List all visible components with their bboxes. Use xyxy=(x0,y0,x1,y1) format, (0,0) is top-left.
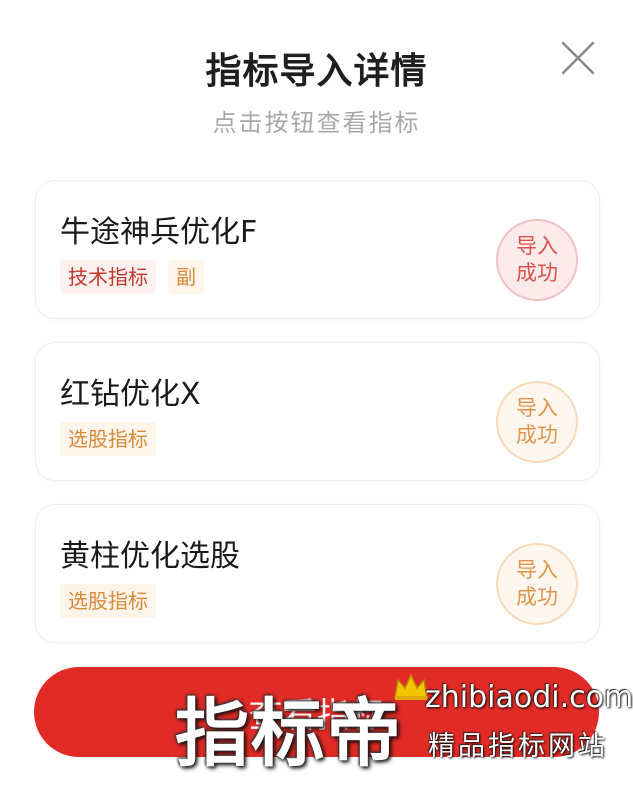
indicator-card[interactable]: 黄柱优化选股 选股指标 导入 成功 xyxy=(35,504,600,643)
dialog-subtitle: 点击按钮查看指标 xyxy=(212,109,421,137)
watermark-brand: 指标帝 xyxy=(175,691,403,777)
indicator-card[interactable]: 牛途神兵优化F 技术指标 副 导入 成功 xyxy=(35,180,600,319)
indicator-tags: 选股指标 xyxy=(60,584,156,618)
close-icon xyxy=(561,41,595,75)
indicator-card[interactable]: 红钻优化X 选股指标 导入 成功 xyxy=(35,342,600,481)
indicator-name: 牛途神兵优化F xyxy=(60,215,258,250)
indicator-name: 黄柱优化选股 xyxy=(60,539,240,574)
watermark-url: zhibiaodi.com xyxy=(425,680,633,715)
status-badge: 导入 成功 xyxy=(496,543,578,625)
import-details-dialog: 指标导入详情 点击按钮查看指标 牛途神兵优化F 技术指标 副 导入 成功 红钻优… xyxy=(0,0,633,788)
status-badge: 导入 成功 xyxy=(496,219,578,301)
tag-type: 技术指标 xyxy=(60,260,156,294)
close-button[interactable] xyxy=(558,38,598,78)
watermark-slogan: 精品指标网站 xyxy=(428,731,608,762)
dialog-title: 指标导入详情 xyxy=(205,51,428,92)
tag-type: 选股指标 xyxy=(60,584,156,618)
tag-sub: 副 xyxy=(168,260,204,294)
status-badge: 导入 成功 xyxy=(496,381,578,463)
indicator-tags: 选股指标 xyxy=(60,422,156,456)
indicator-name: 红钻优化X xyxy=(60,377,201,412)
indicator-tags: 技术指标 副 xyxy=(60,260,204,294)
tag-type: 选股指标 xyxy=(60,422,156,456)
